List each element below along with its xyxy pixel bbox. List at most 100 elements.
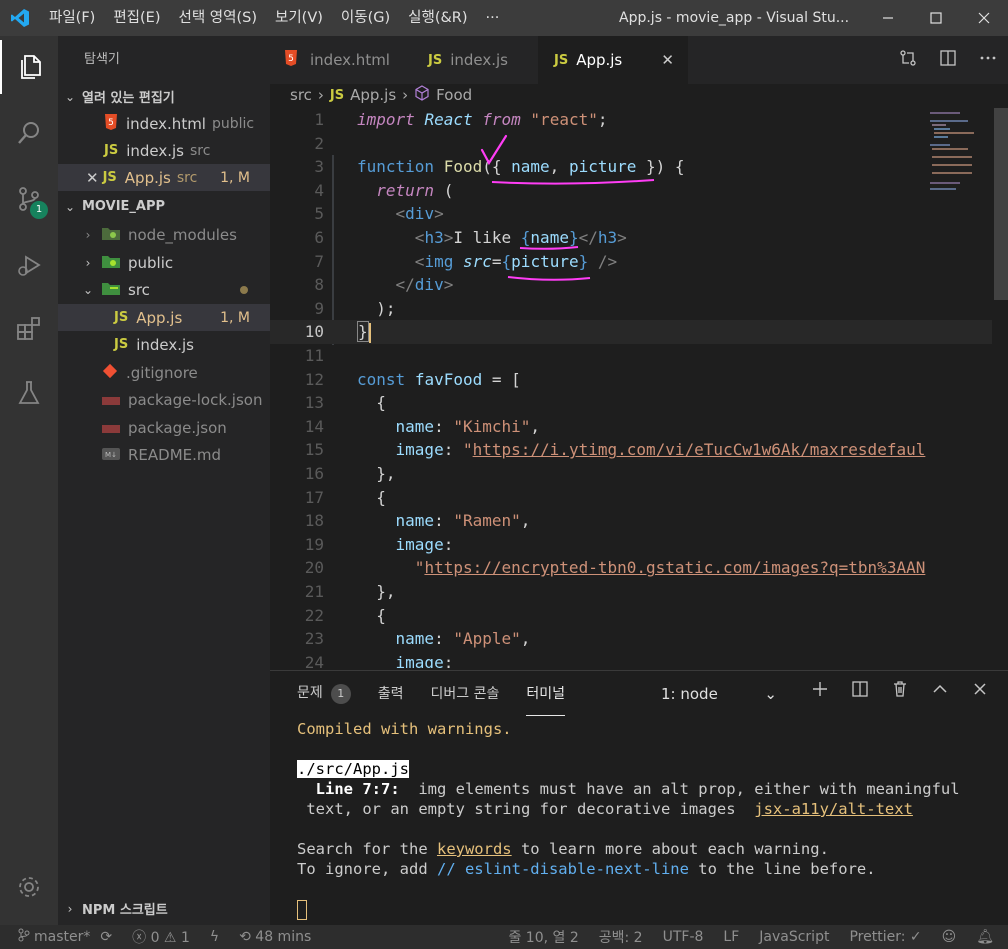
explorer-sidebar: 탐색기 ⌄ 열려 있는 편집기 5 index.html public JS i… <box>58 36 270 925</box>
settings-gear-icon[interactable] <box>0 860 58 914</box>
tree-app-js[interactable]: JS App.js 1, M <box>58 304 270 331</box>
code-line: 16 }, <box>304 464 396 483</box>
encoding[interactable]: UTF-8 <box>663 929 704 945</box>
compare-changes-icon[interactable] <box>888 49 928 71</box>
end-of-line[interactable]: LF <box>723 929 739 945</box>
vscode-logo-icon <box>0 0 40 36</box>
maximize-button[interactable] <box>912 0 960 36</box>
split-editor-icon[interactable] <box>928 49 968 71</box>
npm-icon <box>102 391 120 409</box>
npm-scripts-section[interactable]: › NPM 스크립트 <box>58 895 270 922</box>
open-editor-index-html[interactable]: 5 index.html public <box>58 110 270 137</box>
branch-name[interactable]: master* <box>34 929 90 945</box>
tree-src[interactable]: ⌄ src <box>58 276 270 303</box>
more-actions-icon[interactable] <box>968 49 1008 71</box>
problems-status[interactable]: ⓧ 0 ⚠ 1 <box>132 927 190 947</box>
open-editors-section[interactable]: ⌄ 열려 있는 편집기 <box>58 83 270 110</box>
breadcrumb-symbol[interactable]: Food <box>436 86 472 104</box>
svg-text:M↓: M↓ <box>105 451 117 459</box>
menu-edit[interactable]: 편집(E) <box>104 0 169 36</box>
problems-count-badge: 1 <box>330 684 351 704</box>
code-line: 18 name: "Ramen", <box>304 511 531 531</box>
trash-icon[interactable] <box>880 679 920 707</box>
new-terminal-icon[interactable] <box>800 679 840 707</box>
menu-view[interactable]: 보기(V) <box>266 0 332 36</box>
lightning-icon[interactable]: ϟ <box>210 929 219 945</box>
close-window-button[interactable] <box>960 0 1008 36</box>
code-line: 6 <h3>I like {name}</h3> <box>314 228 627 247</box>
node-folder-icon <box>102 226 120 244</box>
git-branch-icon <box>18 928 30 946</box>
chevron-right-icon: › <box>85 255 91 270</box>
minimize-button[interactable] <box>864 0 912 36</box>
symbol-component-icon <box>414 85 430 105</box>
breadcrumb-file[interactable]: App.js <box>350 86 396 104</box>
code-line: 11 <box>304 346 324 365</box>
tab-index-html[interactable]: 5 index.html <box>270 36 404 84</box>
tree-node-modules[interactable]: › node_modules <box>58 221 270 248</box>
minimap[interactable] <box>922 108 994 218</box>
tab-output[interactable]: 출력 <box>378 671 404 715</box>
open-editor-index-js[interactable]: JS index.js src <box>58 137 270 164</box>
terminal-ignore-line: To ignore, add // eslint-disable-next-li… <box>297 860 876 878</box>
testing-flask-icon[interactable] <box>0 366 58 420</box>
tab-problems[interactable]: 문제 1 <box>297 670 351 716</box>
code-line: 19 image: <box>304 534 454 554</box>
html5-icon: 5 <box>284 50 298 70</box>
code-editor[interactable]: 1 import React from "react"; 2 3 function … <box>270 108 992 668</box>
language-mode[interactable]: JavaScript <box>759 929 829 945</box>
menu-file[interactable]: 파일(F) <box>40 0 104 36</box>
tab-index-js[interactable]: JS index.js <box>404 36 538 84</box>
extensions-icon[interactable] <box>0 302 58 356</box>
terminal-select[interactable]: 1: node ⌄ <box>649 679 787 709</box>
code-line: 2 <box>314 133 324 153</box>
public-folder-icon <box>102 254 120 272</box>
menu-run[interactable]: 실행(&R) <box>399 0 476 36</box>
code-line: 17 { <box>304 487 386 507</box>
sync-icon[interactable]: ⟳ <box>100 929 112 945</box>
code-line: 24 image: <box>304 652 454 668</box>
tree-gitignore[interactable]: .gitignore <box>58 359 270 386</box>
menu-more[interactable]: ··· <box>477 0 509 36</box>
tree-package-lock[interactable]: package-lock.json <box>58 386 270 413</box>
js-icon: JS <box>102 170 117 185</box>
code-line: 3 function Food({ name, picture }) { <box>314 157 685 177</box>
code-line: 15 image: "https://i.ytimg.com/vi/eTucCw… <box>304 440 926 460</box>
prettier-status[interactable]: Prettier: ✓ <box>849 929 921 945</box>
tree-package-json[interactable]: package.json <box>58 414 270 441</box>
cursor-position[interactable]: 줄 10, 열 2 <box>508 927 578 947</box>
terminal-warning-line2: text, or an empty string for decorative … <box>297 800 913 818</box>
close-panel-icon[interactable] <box>960 679 1000 707</box>
tree-index-js[interactable]: JS index.js <box>58 331 270 358</box>
tab-app-js[interactable]: JS App.js ✕ <box>537 36 688 84</box>
feedback-icon[interactable]: ☺ <box>942 929 957 945</box>
tab-debug-console[interactable]: 디버그 콘솔 <box>431 671 500 715</box>
chevron-down-icon: ⌄ <box>64 199 76 214</box>
source-control-icon[interactable]: 1 <box>0 172 58 226</box>
project-section[interactable]: ⌄ MOVIE_APP <box>58 193 270 220</box>
tab-terminal[interactable]: 터미널 <box>526 671 566 716</box>
history-icon: ⟲ 48 mins <box>239 929 312 945</box>
split-terminal-icon[interactable] <box>840 679 880 707</box>
markdown-icon: M↓ <box>102 446 120 464</box>
editor-scrollbar[interactable] <box>994 108 1008 300</box>
menu-selection[interactable]: 선택 영역(S) <box>170 0 267 36</box>
status-bar: master* ⟳ ⓧ 0 ⚠ 1 ϟ ⟲ 48 mins 줄 10, 열 2 … <box>0 925 1008 949</box>
close-icon[interactable]: ✕ <box>86 169 99 187</box>
terminal-warning-line1: Line 7:7: img elements must have an alt … <box>315 780 960 798</box>
tree-readme[interactable]: M↓ README.md <box>58 441 270 468</box>
indentation[interactable]: 공백: 2 <box>599 927 643 947</box>
tree-public[interactable]: › public <box>58 249 270 276</box>
window-controls <box>864 0 1008 36</box>
explorer-icon[interactable] <box>0 40 58 94</box>
maximize-panel-icon[interactable] <box>920 679 960 707</box>
run-debug-icon[interactable] <box>0 238 58 292</box>
code-line: 9 ); <box>314 298 396 318</box>
terminal-cursor[interactable] <box>297 899 307 920</box>
breadcrumb-folder[interactable]: src <box>290 86 312 104</box>
search-icon[interactable] <box>0 106 58 160</box>
close-icon[interactable]: ✕ <box>661 51 674 69</box>
menu-go[interactable]: 이동(G) <box>332 0 399 36</box>
open-editor-app-js[interactable]: ✕ JS App.js src 1, M <box>58 164 270 191</box>
notifications-bell-icon[interactable]: 🔔︎ <box>976 929 994 945</box>
